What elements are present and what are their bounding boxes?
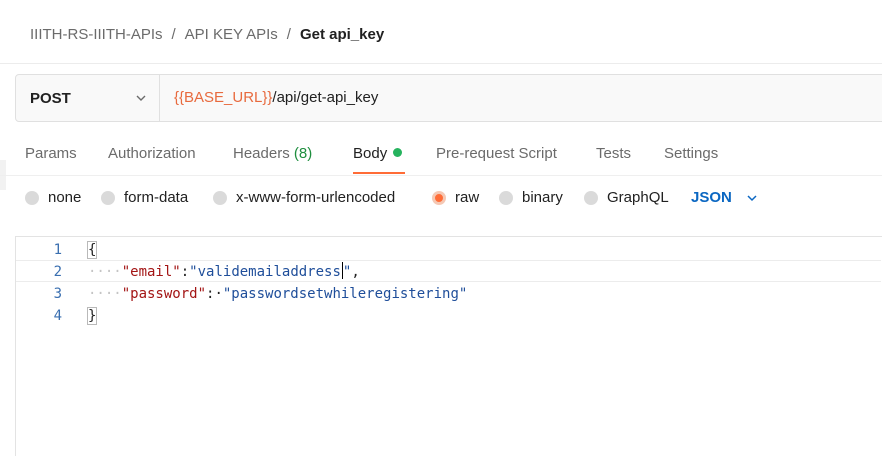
tab-tests[interactable]: Tests — [596, 145, 631, 162]
request-tabs: Params Authorization Headers (8) Body Pr… — [0, 140, 882, 176]
breadcrumb-collection[interactable]: IIITH-RS-IIITH-APIs — [30, 26, 163, 43]
line-number: 3 — [53, 286, 62, 302]
code-editor[interactable]: 1 { 2 ····"email":"validemailaddress ", 3… — [15, 236, 882, 456]
json-value-email: "validemailaddress — [189, 264, 341, 280]
body-type-form-data-label: form-data — [124, 189, 189, 206]
body-type-binary[interactable]: binary — [499, 189, 563, 206]
method-select[interactable]: POST — [16, 75, 160, 121]
json-colon: : — [180, 264, 190, 280]
tab-body[interactable]: Body — [353, 145, 403, 162]
request-name[interactable]: Get api_key — [300, 26, 384, 43]
method-label: POST — [30, 89, 71, 107]
breadcrumb-separator: / — [171, 25, 176, 43]
code-line-active: 2 ····"email":"validemailaddress ", — [16, 260, 881, 282]
code-line: 4 } — [16, 305, 881, 327]
body-type-raw[interactable]: raw — [432, 189, 479, 206]
active-tab-indicator — [353, 172, 405, 174]
tab-settings[interactable]: Settings — [664, 145, 718, 162]
body-type-urlencoded-label: x-www-form-urlencoded — [236, 189, 396, 206]
tab-pre-request-script[interactable]: Pre-request Script — [436, 145, 557, 162]
tab-headers[interactable]: Headers (8) — [233, 145, 312, 162]
line-number: 4 — [53, 308, 62, 324]
json-key-password: "password" — [121, 286, 207, 302]
line-number: 2 — [53, 264, 62, 280]
radio-icon[interactable] — [584, 190, 598, 205]
headers-count-badge: (8) — [293, 145, 313, 162]
url-variable: {{BASE_URL}} — [174, 89, 273, 106]
code-line: 3 ····"password":·"passwordsetwhileregis… — [16, 283, 881, 305]
radio-selected-icon[interactable] — [432, 190, 446, 205]
body-type-raw-label: raw — [455, 189, 480, 206]
body-type-graphql[interactable]: GraphQL — [584, 189, 669, 206]
json-value-password: "passwordsetwhileregistering" — [222, 286, 468, 302]
body-type-none[interactable]: none — [25, 189, 81, 206]
url-input[interactable]: {{BASE_URL}}/api/get-api_key — [174, 89, 378, 106]
body-type-options: none form-data x-www-form-urlencoded raw… — [0, 186, 882, 214]
body-format-label: JSON — [691, 189, 732, 206]
radio-icon[interactable] — [499, 190, 513, 205]
tabs-divider — [0, 175, 882, 176]
header-divider — [0, 63, 882, 64]
line-content: ····"password":·"passwordsetwhileregiste… — [88, 283, 467, 305]
body-type-urlencoded[interactable]: x-www-form-urlencoded — [213, 189, 395, 206]
line-content: } — [86, 305, 98, 327]
url-path: /api/get-api_key — [272, 89, 379, 106]
radio-icon[interactable] — [101, 190, 115, 205]
tab-headers-label: Headers — [233, 145, 290, 162]
close-brace: } — [86, 307, 98, 325]
indent-marker: ···· — [88, 264, 122, 280]
tab-params[interactable]: Params — [25, 145, 77, 162]
line-content: ····"email":"validemailaddress ", — [88, 261, 360, 283]
body-type-graphql-label: GraphQL — [607, 189, 669, 206]
indent-marker: ···· — [88, 286, 122, 302]
breadcrumb-folder[interactable]: API KEY APIs — [185, 26, 278, 43]
code-line: 1 { — [16, 239, 881, 261]
body-active-dot-icon — [393, 148, 403, 157]
chevron-down-icon — [136, 95, 146, 101]
body-format-select[interactable]: JSON — [691, 189, 758, 206]
breadcrumb-separator: / — [286, 25, 291, 43]
open-brace: { — [86, 241, 98, 259]
request-bar: POST {{BASE_URL}}/api/get-api_key — [15, 74, 882, 122]
body-type-none-label: none — [48, 189, 82, 206]
body-type-binary-label: binary — [522, 189, 563, 206]
tab-authorization[interactable]: Authorization — [108, 145, 196, 162]
line-number: 1 — [53, 242, 62, 258]
tab-body-label: Body — [353, 145, 388, 162]
chevron-down-icon — [747, 194, 757, 201]
body-type-form-data[interactable]: form-data — [101, 189, 188, 206]
radio-icon[interactable] — [25, 190, 39, 205]
radio-icon[interactable] — [213, 190, 227, 205]
json-comma: , — [351, 264, 360, 280]
breadcrumb: IIITH-RS-IIITH-APIs / API KEY APIs / Get… — [30, 24, 384, 44]
json-key-email: "email" — [121, 264, 181, 280]
line-content: { — [86, 239, 98, 261]
json-colon: :· — [206, 286, 223, 302]
